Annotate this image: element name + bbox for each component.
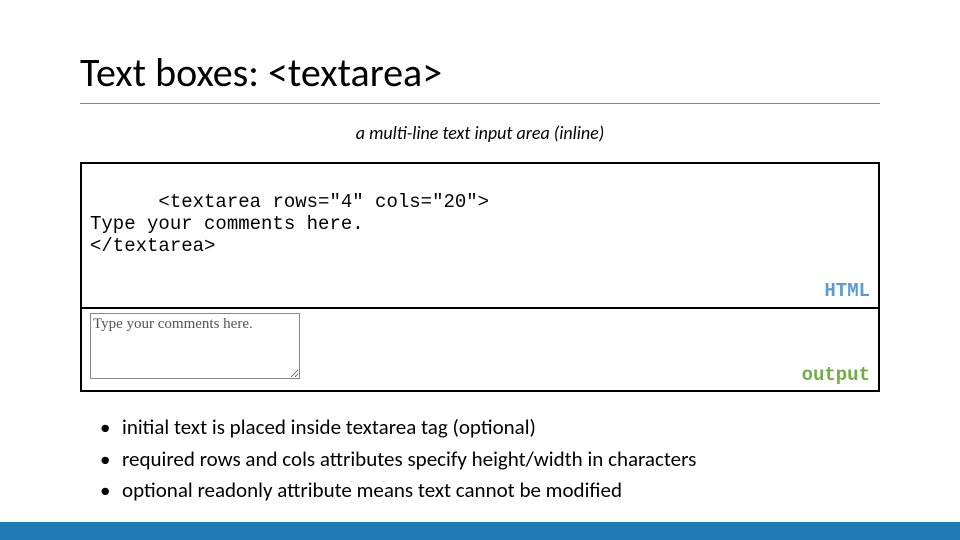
code-block: <textarea rows="4" cols="20"> Type your … [82,164,878,307]
bullet-list: initial text is placed inside textarea t… [80,412,880,507]
slide: Text boxes: <textarea> a multi-line text… [0,0,960,540]
code-label: HTML [824,281,870,303]
list-item: optional readonly attribute means text c… [100,475,880,507]
code-text: <textarea rows="4" cols="20"> Type your … [90,191,489,257]
list-item: initial text is placed inside textarea t… [100,412,880,444]
footer-bar [0,522,960,540]
rendered-textarea[interactable] [90,313,300,379]
example-box: <textarea rows="4" cols="20"> Type your … [80,162,880,392]
output-block: output [82,307,878,390]
output-label: output [802,364,870,386]
slide-title: Text boxes: <textarea> [80,48,880,104]
slide-subtitle: a multi-line text input area (inline) [80,122,880,144]
list-item: required rows and cols attributes specif… [100,444,880,476]
